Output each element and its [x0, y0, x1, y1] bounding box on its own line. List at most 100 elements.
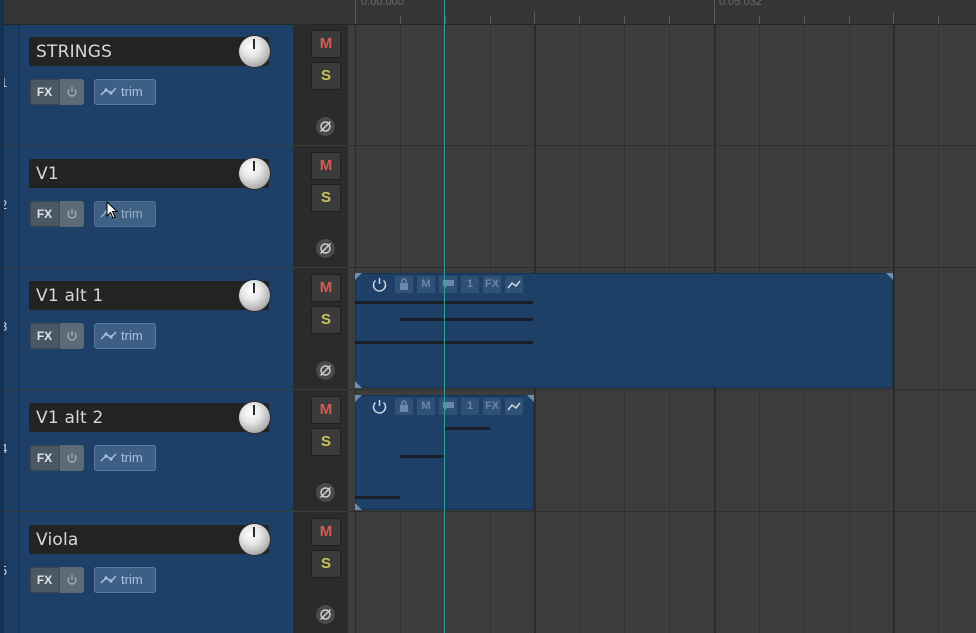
power-icon	[67, 331, 77, 341]
trim-envelope-button[interactable]: trim	[94, 567, 156, 593]
lane-separator	[348, 267, 976, 268]
trim-envelope-button[interactable]: trim	[94, 201, 156, 227]
mute-button[interactable]: M	[311, 518, 341, 546]
phase-icon	[319, 608, 332, 621]
envelope-icon	[507, 402, 521, 411]
ruler-tick	[714, 0, 715, 24]
item-notes-icon[interactable]	[439, 398, 457, 415]
solo-button[interactable]: S	[311, 550, 341, 578]
midi-note[interactable]	[445, 427, 490, 430]
track-name: V1	[36, 164, 59, 184]
fx-button[interactable]: FX	[30, 445, 84, 471]
item-corner-icon	[355, 273, 362, 280]
track-4[interactable]: 4 V1 alt 2 FX trim M S	[0, 390, 348, 512]
envelope-icon	[100, 331, 117, 340]
ruler-tick	[355, 0, 356, 24]
track-name-field[interactable]: V1 alt 1	[29, 281, 269, 310]
mute-button[interactable]: M	[311, 396, 341, 424]
phase-invert-button[interactable]	[315, 116, 336, 137]
fx-button[interactable]: FX	[30, 323, 84, 349]
item-envelope-button[interactable]	[505, 276, 523, 293]
fx-button[interactable]: FX	[30, 567, 84, 593]
ruler-tick	[893, 12, 894, 24]
track-name-field[interactable]: V1	[29, 159, 269, 188]
mute-button[interactable]: M	[311, 274, 341, 302]
midi-note[interactable]	[355, 496, 400, 499]
volume-knob[interactable]	[239, 524, 270, 555]
solo-button[interactable]: S	[311, 306, 341, 334]
track-3[interactable]: 3 V1 alt 1 FX trim M S	[0, 268, 348, 390]
item-take-number[interactable]: 1	[461, 398, 479, 415]
solo-button[interactable]: S	[311, 184, 341, 212]
item-notes-icon[interactable]	[439, 276, 457, 293]
phase-invert-button[interactable]	[315, 360, 336, 381]
trim-envelope-button[interactable]: trim	[94, 445, 156, 471]
item-mute-button[interactable]: M	[417, 398, 435, 415]
fx-bypass-toggle[interactable]	[59, 79, 84, 105]
track-name-field[interactable]: STRINGS	[29, 37, 269, 66]
item-envelope-button[interactable]	[505, 398, 523, 415]
item-power-icon[interactable]	[371, 398, 388, 415]
volume-knob[interactable]	[239, 36, 270, 67]
power-icon	[67, 575, 77, 585]
mute-button[interactable]: M	[311, 30, 341, 58]
phase-icon	[319, 120, 332, 133]
ruler-tick	[579, 16, 580, 24]
daw-window: 1 STRINGS FX trim M S 2 V1 FX	[0, 0, 976, 633]
fx-label: FX	[36, 207, 53, 221]
item-fx-button[interactable]: FX	[483, 398, 501, 415]
midi-note[interactable]	[400, 318, 533, 321]
tcp-header-spacer	[0, 0, 348, 25]
envelope-icon	[507, 280, 521, 289]
timeline-ruler[interactable]: 0:00.000 0:05.032	[348, 0, 976, 25]
item-mute-button[interactable]: M	[417, 276, 435, 293]
envelope-icon	[100, 87, 117, 96]
track-5[interactable]: 5 Viola FX trim M S	[0, 512, 348, 633]
midi-item[interactable]: M 1 FX	[355, 273, 893, 388]
phase-invert-button[interactable]	[315, 238, 336, 259]
fx-bypass-toggle[interactable]	[59, 567, 84, 593]
track-1[interactable]: 1 STRINGS FX trim M S	[0, 24, 348, 146]
phase-icon	[319, 486, 332, 499]
mute-button[interactable]: M	[311, 152, 341, 180]
trim-label: trim	[121, 328, 143, 343]
track-2[interactable]: 2 V1 FX trim M S	[0, 146, 348, 268]
fx-label: FX	[36, 451, 53, 465]
item-power-icon[interactable]	[371, 276, 388, 293]
item-lock-icon[interactable]	[395, 398, 413, 415]
fx-bypass-toggle[interactable]	[59, 323, 84, 349]
trim-envelope-button[interactable]: trim	[94, 323, 156, 349]
power-icon	[67, 87, 77, 97]
ruler-time-label: 0:00.000	[361, 0, 404, 8]
solo-button[interactable]: S	[311, 428, 341, 456]
fx-button[interactable]: FX	[30, 201, 84, 227]
envelope-icon	[100, 575, 117, 584]
trim-label: trim	[121, 450, 143, 465]
fx-bypass-toggle[interactable]	[59, 201, 84, 227]
fx-button[interactable]: FX	[30, 79, 84, 105]
phase-invert-button[interactable]	[315, 482, 336, 503]
track-name-field[interactable]: V1 alt 2	[29, 403, 269, 432]
midi-note[interactable]	[400, 455, 445, 458]
ruler-tick	[804, 16, 805, 24]
arrange-view[interactable]: 0:00.000 0:05.032 M 1 FX M 1 FX	[348, 0, 976, 633]
item-corner-icon	[355, 503, 362, 510]
fx-label: FX	[36, 573, 53, 587]
grid-line	[938, 24, 939, 633]
solo-button[interactable]: S	[311, 62, 341, 90]
phase-invert-button[interactable]	[315, 604, 336, 625]
item-lock-icon[interactable]	[395, 276, 413, 293]
ruler-tick	[938, 16, 939, 24]
item-corner-icon	[886, 273, 893, 280]
track-name-field[interactable]: Viola	[29, 525, 269, 554]
item-fx-button[interactable]: FX	[483, 276, 501, 293]
fx-bypass-toggle[interactable]	[59, 445, 84, 471]
trim-envelope-button[interactable]: trim	[94, 79, 156, 105]
edit-cursor[interactable]	[444, 0, 445, 633]
ruler-tick	[669, 16, 670, 24]
volume-knob[interactable]	[239, 158, 270, 189]
item-take-number[interactable]: 1	[461, 276, 479, 293]
lock-icon	[400, 400, 408, 412]
volume-knob[interactable]	[239, 280, 270, 311]
volume-knob[interactable]	[239, 402, 270, 433]
